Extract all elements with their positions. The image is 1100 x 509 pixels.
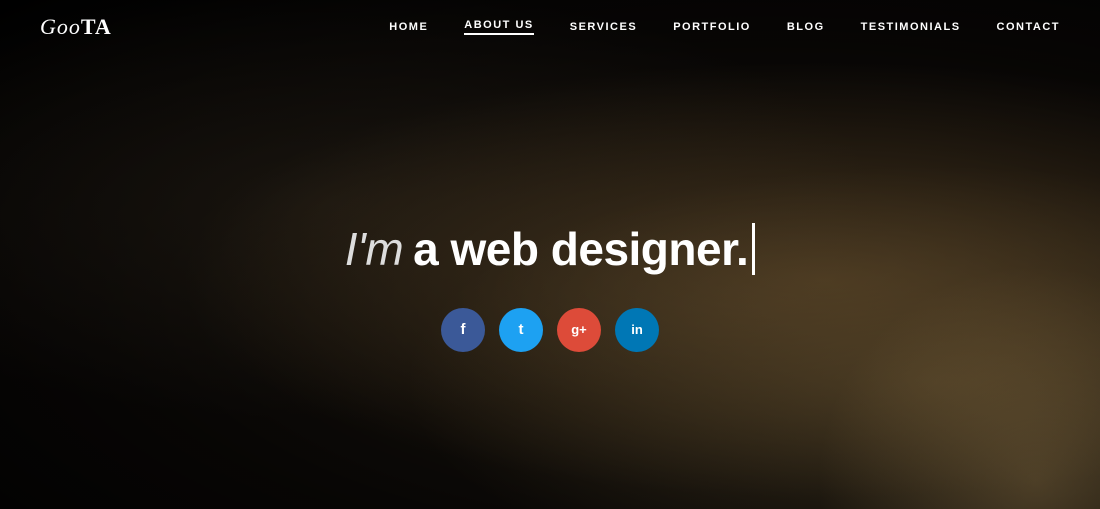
- nav-item-home[interactable]: HOME: [389, 21, 428, 33]
- social-google-button[interactable]: g+: [557, 308, 601, 352]
- logo-ta: TA: [81, 14, 112, 39]
- social-twitter-button[interactable]: t: [499, 308, 543, 352]
- social-icons-group: f t g+ in: [441, 308, 659, 352]
- site-header: GooTA HOME ABOUT US SERVICES PORTFOLIO B…: [0, 0, 1100, 54]
- nav-item-about-us[interactable]: ABOUT US: [464, 19, 533, 35]
- facebook-icon: f: [461, 321, 466, 338]
- twitter-icon: t: [519, 321, 524, 338]
- nav-item-contact[interactable]: CONTACT: [997, 21, 1060, 33]
- site-logo[interactable]: GooTA: [40, 14, 112, 40]
- headline-light: I'm: [345, 222, 403, 276]
- text-cursor: [752, 223, 755, 275]
- nav-item-services[interactable]: SERVICES: [570, 21, 637, 33]
- main-nav: HOME ABOUT US SERVICES PORTFOLIO BLOG TE…: [389, 19, 1060, 35]
- linkedin-icon: in: [631, 322, 643, 337]
- social-linkedin-button[interactable]: in: [615, 308, 659, 352]
- hero-headline: I'm a web designer.: [345, 222, 755, 276]
- google-icon: g+: [571, 322, 587, 337]
- headline-bold: a web designer.: [413, 222, 748, 276]
- nav-item-portfolio[interactable]: PORTFOLIO: [673, 21, 751, 33]
- nav-item-testimonials[interactable]: TESTIMONIALS: [861, 21, 961, 33]
- social-facebook-button[interactable]: f: [441, 308, 485, 352]
- logo-goo: Goo: [40, 14, 81, 39]
- hero-content: I'm a web designer. f t g+ in: [0, 54, 1100, 509]
- nav-item-blog[interactable]: BLOG: [787, 21, 825, 33]
